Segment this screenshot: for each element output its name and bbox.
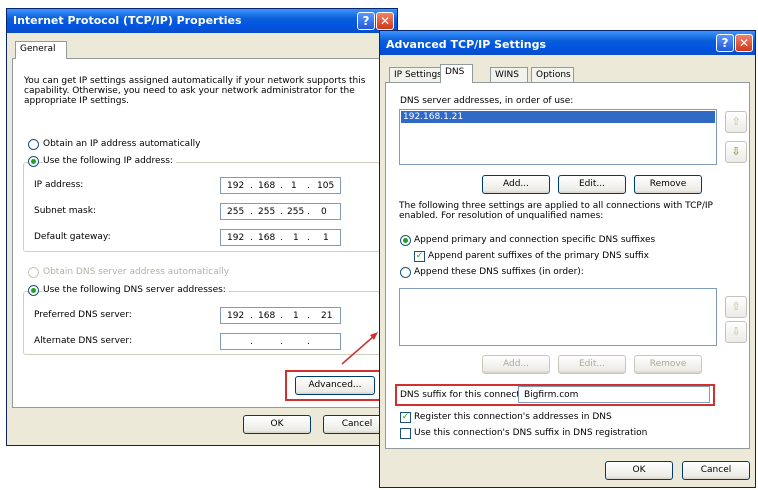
preferred-dns-label: Preferred DNS server: xyxy=(34,310,132,320)
general-panel: You can get IP settings assigned automat… xyxy=(12,58,392,408)
preferred-dns-field[interactable]: 192. 168. 1. 21 xyxy=(220,307,341,324)
tab-options[interactable]: Options xyxy=(531,67,574,83)
ip-address-label: IP address: xyxy=(34,180,84,190)
use-suffix-checkbox[interactable] xyxy=(400,428,411,439)
tab-dns[interactable]: DNS xyxy=(440,64,473,83)
default-gateway-label: Default gateway: xyxy=(34,232,111,242)
advanced-tcpip-dialog: Advanced TCP/IP Settings ? ✕ IP Settings… xyxy=(379,30,756,488)
close-button[interactable]: ✕ xyxy=(376,12,394,30)
move-up-button[interactable]: ⇧ xyxy=(725,111,747,133)
tab-ip-settings[interactable]: IP Settings xyxy=(389,67,442,83)
use-ip-radio[interactable] xyxy=(28,156,39,167)
append-these-label: Append these DNS suffixes (in order): xyxy=(414,267,584,277)
cancel-button[interactable]: Cancel xyxy=(682,461,750,480)
append-parent-label: Append parent suffixes of the primary DN… xyxy=(428,251,649,261)
use-dns-radio[interactable] xyxy=(28,285,39,296)
obtain-ip-label: Obtain an IP address automatically xyxy=(43,139,201,149)
tab-wins[interactable]: WINS xyxy=(490,67,528,83)
dns-suffix-label: DNS suffix for this connection: xyxy=(400,390,537,400)
move-down-button[interactable]: ⇩ xyxy=(725,141,747,163)
help-button[interactable]: ? xyxy=(716,34,734,52)
add-suffix-button[interactable]: Add... xyxy=(482,355,550,374)
dns-panel: DNS server addresses, in order of use: 1… xyxy=(385,82,750,449)
tcpip-properties-title: Internet Protocol (TCP/IP) Properties xyxy=(13,14,242,27)
close-button[interactable]: ✕ xyxy=(735,34,753,52)
use-suffix-label: Use this connection's DNS suffix in DNS … xyxy=(414,428,648,438)
tcpip-properties-title-bar[interactable]: Internet Protocol (TCP/IP) Properties xyxy=(7,9,397,33)
suffix-info-text: The following three settings are applied… xyxy=(399,201,713,221)
append-primary-radio[interactable] xyxy=(400,235,411,246)
append-these-radio[interactable] xyxy=(400,267,411,278)
edit-suffix-button[interactable]: Edit... xyxy=(558,355,626,374)
help-button[interactable]: ? xyxy=(357,12,375,30)
register-checkbox[interactable]: ✓ xyxy=(400,412,411,423)
edit-dns-button[interactable]: Edit... xyxy=(558,175,626,194)
subnet-mask-label: Subnet mask: xyxy=(34,206,96,216)
append-primary-label: Append primary and connection specific D… xyxy=(414,235,656,245)
tab-general[interactable]: General xyxy=(15,41,67,59)
tcpip-properties-dialog: Internet Protocol (TCP/IP) Properties ? … xyxy=(6,8,398,446)
alternate-dns-label: Alternate DNS server: xyxy=(34,336,133,346)
default-gateway-field[interactable]: 192. 168. 1. 1 xyxy=(220,229,341,246)
ok-button[interactable]: OK xyxy=(605,461,673,480)
list-item[interactable]: 192.168.1.21 xyxy=(401,111,715,123)
ok-button[interactable]: OK xyxy=(243,415,311,434)
advanced-highlight-box xyxy=(285,370,385,401)
ip-address-field[interactable]: 192. 168. 1. 105 xyxy=(220,177,341,194)
dns-servers-list[interactable]: 192.168.1.21 xyxy=(399,109,717,165)
suffix-down-button[interactable]: ⇩ xyxy=(725,321,747,343)
remove-suffix-button[interactable]: Remove xyxy=(634,355,702,374)
advanced-tcpip-title: Advanced TCP/IP Settings xyxy=(386,38,547,51)
use-ip-label: Use the following IP address: xyxy=(43,156,176,166)
subnet-mask-field[interactable]: 255. 255. 255. 0 xyxy=(220,203,341,220)
obtain-ip-radio[interactable] xyxy=(28,139,39,150)
dns-suffix-input[interactable]: Bigfirm.com xyxy=(518,386,710,403)
append-parent-checkbox[interactable]: ✓ xyxy=(414,251,425,262)
register-label: Register this connection's addresses in … xyxy=(414,412,612,422)
remove-dns-button[interactable]: Remove xyxy=(634,175,702,194)
obtain-dns-label: Obtain DNS server address automatically xyxy=(43,267,230,277)
advanced-tcpip-title-bar[interactable]: Advanced TCP/IP Settings xyxy=(380,31,755,55)
add-dns-button[interactable]: Add... xyxy=(482,175,550,194)
obtain-dns-radio[interactable] xyxy=(28,267,39,278)
suffix-up-button[interactable]: ⇧ xyxy=(725,296,747,318)
intro-text: You can get IP settings assigned automat… xyxy=(24,76,366,106)
alternate-dns-field[interactable]: . . . xyxy=(220,333,341,350)
use-dns-label: Use the following DNS server addresses: xyxy=(43,285,229,295)
dns-servers-label: DNS server addresses, in order of use: xyxy=(400,96,574,106)
dns-suffix-list[interactable] xyxy=(399,288,717,346)
